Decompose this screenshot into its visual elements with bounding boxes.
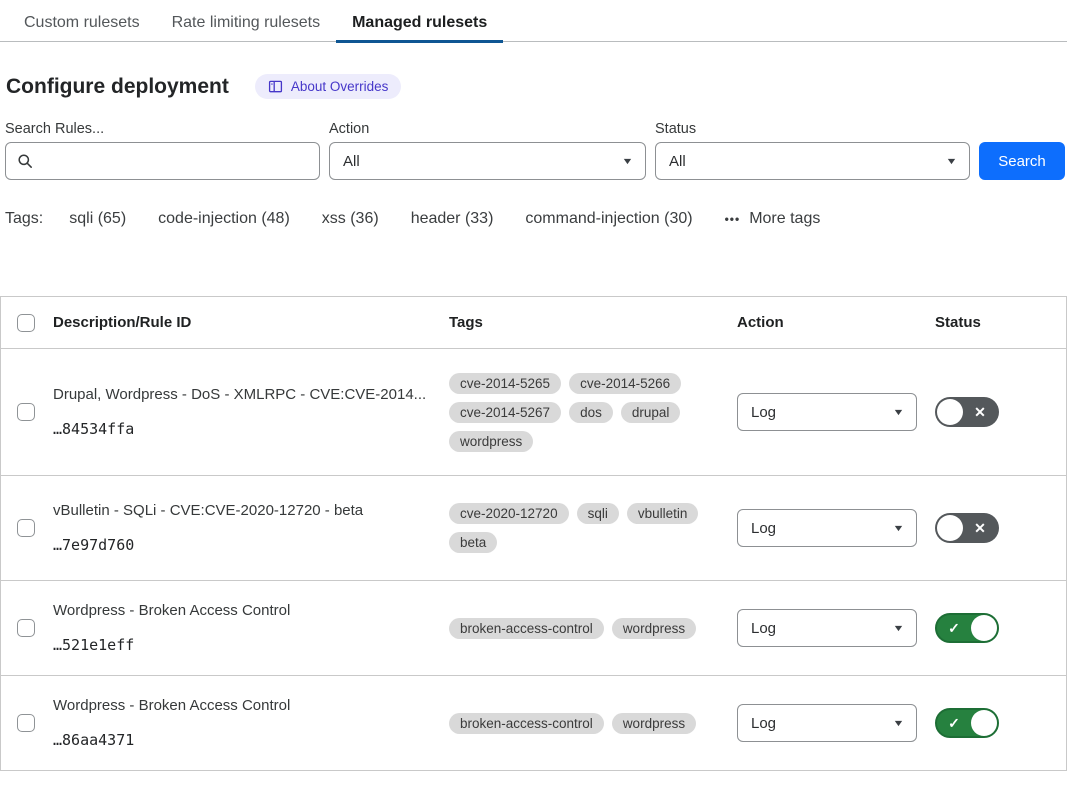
status-filter-select[interactable]: All ▼ xyxy=(655,142,970,180)
search-button[interactable]: Search xyxy=(979,142,1065,180)
toggle-knob xyxy=(937,399,963,425)
tag-pill: vbulletin xyxy=(627,503,699,524)
tags-bar-label: Tags: xyxy=(5,210,43,228)
tab-custom-rulesets[interactable]: Custom rulesets xyxy=(8,4,156,43)
toggle-knob xyxy=(971,615,997,641)
chevron-down-icon: ▼ xyxy=(945,156,957,166)
tag-pill: cve-2014-5265 xyxy=(449,373,561,394)
status-filter-label: Status xyxy=(655,121,970,137)
chevron-down-icon: ▼ xyxy=(892,523,904,533)
action-filter-select[interactable]: All ▼ xyxy=(329,142,646,180)
about-overrides-badge[interactable]: About Overrides xyxy=(255,74,402,99)
rule-action-select[interactable]: Log ▼ xyxy=(737,609,917,647)
rule-id: …521e1eff xyxy=(53,636,435,654)
chevron-down-icon: ▼ xyxy=(892,623,904,633)
column-header-action: Action xyxy=(737,314,935,331)
chevron-down-icon: ▼ xyxy=(892,718,904,728)
row-checkbox[interactable] xyxy=(17,619,35,637)
ruleset-tabbar: Custom rulesets Rate limiting rulesets M… xyxy=(0,0,1067,42)
x-icon: ✕ xyxy=(963,405,997,419)
rule-action-select[interactable]: Log ▼ xyxy=(737,509,917,547)
more-tags-label: More tags xyxy=(749,210,820,228)
rule-id: …86aa4371 xyxy=(53,731,435,749)
tag-pill: broken-access-control xyxy=(449,618,604,639)
tag-pill: broken-access-control xyxy=(449,713,604,734)
row-checkbox[interactable] xyxy=(17,403,35,421)
rule-action-value: Log xyxy=(751,620,776,637)
search-rules-input[interactable] xyxy=(5,142,320,180)
table-row: Wordpress - Broken Access Control …521e1… xyxy=(1,581,1066,676)
tag-pill: drupal xyxy=(621,402,681,423)
rule-status-toggle[interactable]: ✓ ✕ xyxy=(935,613,999,643)
rule-title: vBulletin - SQLi - CVE:CVE-2020-12720 - … xyxy=(53,502,435,519)
tag-filter-code-injection[interactable]: code-injection (48) xyxy=(158,210,290,228)
row-checkbox[interactable] xyxy=(17,714,35,732)
filter-bar: Search Rules... Action All ▼ Status All … xyxy=(0,99,1067,180)
rule-status-toggle[interactable]: ✓ ✕ xyxy=(935,708,999,738)
action-filter-label: Action xyxy=(329,121,646,137)
ellipsis-icon: ••• xyxy=(725,212,741,226)
rule-tags: broken-access-control wordpress xyxy=(449,709,737,738)
tag-pill: cve-2014-5266 xyxy=(569,373,681,394)
tag-pill: wordpress xyxy=(449,431,533,452)
rule-tags: cve-2014-5265 cve-2014-5266 cve-2014-526… xyxy=(449,369,737,456)
tag-pill: wordpress xyxy=(612,618,696,639)
tag-pill: dos xyxy=(569,402,613,423)
table-row: Wordpress - Broken Access Control …86aa4… xyxy=(1,676,1066,771)
rule-title: Wordpress - Broken Access Control xyxy=(53,602,435,619)
check-icon: ✓ xyxy=(937,716,971,730)
tags-bar: Tags: sqli (65) code-injection (48) xss … xyxy=(0,180,1067,228)
rule-action-select[interactable]: Log ▼ xyxy=(737,704,917,742)
rule-id: …7e97d760 xyxy=(53,536,435,554)
book-icon xyxy=(268,79,283,94)
rule-status-toggle[interactable]: ✓ ✕ xyxy=(935,397,999,427)
tag-pill: sqli xyxy=(577,503,619,524)
status-filter-value: All xyxy=(669,153,686,170)
select-all-checkbox[interactable] xyxy=(17,314,35,332)
table-row: Drupal, Wordpress - DoS - XMLRPC - CVE:C… xyxy=(1,349,1066,476)
tag-pill: cve-2020-12720 xyxy=(449,503,569,524)
tag-filter-xss[interactable]: xss (36) xyxy=(322,210,379,228)
tab-managed-rulesets[interactable]: Managed rulesets xyxy=(336,4,503,43)
tab-rate-limiting-rulesets[interactable]: Rate limiting rulesets xyxy=(156,4,337,43)
rule-title: Drupal, Wordpress - DoS - XMLRPC - CVE:C… xyxy=(53,386,435,403)
tag-filter-sqli[interactable]: sqli (65) xyxy=(69,210,126,228)
rules-table: Description/Rule ID Tags Action Status D… xyxy=(0,296,1067,771)
rule-action-select[interactable]: Log ▼ xyxy=(737,393,917,431)
toggle-knob xyxy=(937,515,963,541)
table-row: vBulletin - SQLi - CVE:CVE-2020-12720 - … xyxy=(1,476,1066,581)
column-header-status: Status xyxy=(935,314,1066,331)
page-title: Configure deployment xyxy=(6,75,229,99)
x-icon: ✕ xyxy=(963,521,997,535)
rule-action-value: Log xyxy=(751,520,776,537)
rule-tags: cve-2020-12720 sqli vbulletin beta xyxy=(449,499,737,557)
action-filter-value: All xyxy=(343,153,360,170)
table-header-row: Description/Rule ID Tags Action Status xyxy=(1,297,1066,349)
tag-pill: cve-2014-5267 xyxy=(449,402,561,423)
check-icon: ✓ xyxy=(937,621,971,635)
tag-pill: beta xyxy=(449,532,497,553)
column-header-tags: Tags xyxy=(449,314,737,331)
more-tags-button[interactable]: ••• More tags xyxy=(725,210,821,228)
rule-id: …84534ffa xyxy=(53,420,435,438)
about-overrides-label: About Overrides xyxy=(291,79,389,94)
row-checkbox[interactable] xyxy=(17,519,35,537)
tag-filter-header[interactable]: header (33) xyxy=(411,210,494,228)
rule-tags: broken-access-control wordpress xyxy=(449,614,737,643)
toggle-knob xyxy=(971,710,997,736)
rule-status-toggle[interactable]: ✓ ✕ xyxy=(935,513,999,543)
tag-filter-command-injection[interactable]: command-injection (30) xyxy=(525,210,692,228)
rule-action-value: Log xyxy=(751,715,776,732)
search-rules-label: Search Rules... xyxy=(5,121,320,137)
column-header-description: Description/Rule ID xyxy=(53,314,449,331)
page-header: Configure deployment About Overrides xyxy=(0,42,1067,99)
chevron-down-icon: ▼ xyxy=(621,156,633,166)
chevron-down-icon: ▼ xyxy=(892,407,904,417)
search-icon xyxy=(17,153,33,174)
tag-pill: wordpress xyxy=(612,713,696,734)
rule-action-value: Log xyxy=(751,404,776,421)
rule-title: Wordpress - Broken Access Control xyxy=(53,697,435,714)
